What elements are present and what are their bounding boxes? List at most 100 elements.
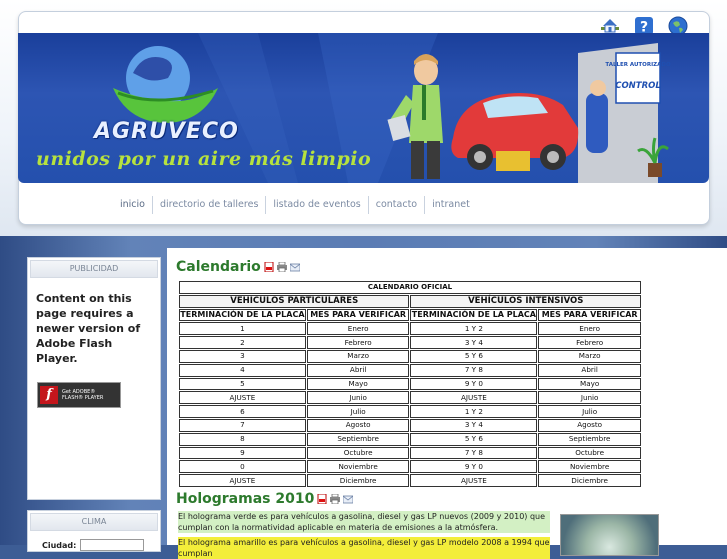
table-cell: AJUSTE xyxy=(410,391,538,405)
table-cell: 9 Y 0 xyxy=(410,460,538,474)
calendario-table: CALENDARIO OFICIAL VEHICULOS PARTICULARE… xyxy=(178,280,642,488)
table-cell: Noviembre xyxy=(538,460,641,474)
col-header: TERMINACIÓN DE LA PLACA xyxy=(179,308,306,322)
table-cell: 5 Y 6 xyxy=(410,349,538,363)
table-cell: Febrero xyxy=(306,336,410,349)
print-icon[interactable] xyxy=(330,494,341,504)
table-cell: Junio xyxy=(538,391,641,405)
email-icon[interactable] xyxy=(343,494,354,504)
table-cell: 5 xyxy=(179,377,306,391)
table-row: 6 Julio 1 Y 2 Julio xyxy=(179,405,641,418)
table-cell: Agosto xyxy=(306,418,410,432)
header-banner: TALLER AUTORIZADO CONTROL AGRUVECO unido… xyxy=(18,33,709,183)
table-cell: Septiembre xyxy=(538,432,641,446)
flash-required-message: Content on this page requires a newer ve… xyxy=(36,292,141,365)
table-row: 4 Abril 7 Y 8 Abril xyxy=(179,363,641,377)
table-row: 0 Noviembre 9 Y 0 Noviembre xyxy=(179,460,641,474)
table-cell: 2 xyxy=(179,336,306,349)
table-cell: 1 Y 2 xyxy=(410,405,538,418)
pdf-icon[interactable] xyxy=(264,262,274,272)
table-cell: 8 xyxy=(179,432,306,446)
table-cell: Julio xyxy=(306,405,410,418)
publicidad-title: PUBLICIDAD xyxy=(30,260,158,278)
table-cell: 0 xyxy=(179,460,306,474)
table-cell: Enero xyxy=(306,322,410,336)
nav-item-directorio[interactable]: directorio de talleres xyxy=(153,196,267,214)
brand-logo-text: AGRUVECO xyxy=(94,119,239,144)
nav-item-inicio[interactable]: inicio xyxy=(120,196,153,214)
table-row: 7 Agosto 3 Y 4 Agosto xyxy=(179,418,641,432)
table-row: 1 Enero 1 Y 2 Enero xyxy=(179,322,641,336)
nav-item-eventos[interactable]: listado de eventos xyxy=(266,196,369,214)
main-nav: inicio directorio de talleres listado de… xyxy=(120,196,477,214)
table-cell: 3 Y 4 xyxy=(410,418,538,432)
table-cell: 3 xyxy=(179,349,306,363)
hologramas-title: Hologramas 2010 xyxy=(176,491,315,507)
calendario-table-title: CALENDARIO OFICIAL xyxy=(179,281,641,294)
email-icon[interactable] xyxy=(289,262,300,272)
col-header: TERMINACIÓN DE LA PLACA xyxy=(410,308,538,322)
table-cell: 1 xyxy=(179,322,306,336)
table-row: AJUSTE Diciembre AJUSTE Diciembre xyxy=(179,474,641,487)
table-cell: Septiembre xyxy=(306,432,410,446)
table-cell: Febrero xyxy=(538,336,641,349)
clima-title: CLIMA xyxy=(30,513,158,531)
calendario-rows: 1 Enero 1 Y 2 Enero 2 Febrero 3 Y 4 Febrero 3 Mar… xyxy=(179,322,641,487)
print-icon[interactable] xyxy=(276,262,287,272)
holograma-amarillo-text: El holograma amarillo es para vehículos … xyxy=(178,537,550,559)
table-cell: Agosto xyxy=(538,418,641,432)
table-cell: 7 xyxy=(179,418,306,432)
garage-sign-top: TALLER AUTORIZADO xyxy=(605,62,671,68)
get-flash-player-button[interactable]: f Get ADOBE® FLASH® PLAYER xyxy=(37,382,121,408)
table-cell: 6 xyxy=(179,405,306,418)
col-header: MES PARA VERIFICAR xyxy=(538,308,641,322)
nav-item-intranet[interactable]: intranet xyxy=(425,196,477,214)
group-header-intensivos: VEHÍCULOS INTENSIVOS xyxy=(410,294,641,308)
publicidad-box: PUBLICIDAD Content on this page requires… xyxy=(27,257,161,500)
holograma-verde-text: El holograma verde es para vehículos a g… xyxy=(178,511,550,533)
nav-item-contacto[interactable]: contacto xyxy=(369,196,426,214)
clima-box: CLIMA Ciudad: xyxy=(27,510,161,552)
table-cell: AJUSTE xyxy=(179,391,306,405)
table-cell: Marzo xyxy=(306,349,410,363)
table-cell: Abril xyxy=(538,363,641,377)
garage-sign-main: CONTROL xyxy=(615,81,661,91)
table-cell: Octubre xyxy=(306,446,410,460)
calendario-title: Calendario xyxy=(176,259,261,275)
col-header: MES PARA VERIFICAR xyxy=(306,308,410,322)
table-cell: 7 Y 8 xyxy=(410,446,538,460)
group-header-particulares: VEHICULOS PARTICULARES xyxy=(179,294,410,308)
table-row: 3 Marzo 5 Y 6 Marzo xyxy=(179,349,641,363)
table-row: 9 Octubre 7 Y 8 Octubre xyxy=(179,446,641,460)
table-cell: Marzo xyxy=(538,349,641,363)
flash-button-line2: FLASH® PLAYER xyxy=(62,395,104,401)
table-row: AJUSTE Junio AJUSTE Junio xyxy=(179,391,641,405)
table-cell: Abril xyxy=(306,363,410,377)
table-cell: 9 Y 0 xyxy=(410,377,538,391)
table-cell: 5 Y 6 xyxy=(410,432,538,446)
table-cell: AJUSTE xyxy=(179,474,306,487)
table-cell: Noviembre xyxy=(306,460,410,474)
table-cell: Enero xyxy=(538,322,641,336)
table-cell: Junio xyxy=(306,391,410,405)
table-cell: Diciembre xyxy=(538,474,641,487)
banner-slogan: unidos por un aire más limpio xyxy=(36,148,372,170)
pdf-icon[interactable] xyxy=(317,494,327,504)
table-cell: 4 xyxy=(179,363,306,377)
table-cell: 1 Y 2 xyxy=(410,322,538,336)
table-cell: 3 Y 4 xyxy=(410,336,538,349)
table-cell: Mayo xyxy=(538,377,641,391)
table-cell: 9 xyxy=(179,446,306,460)
table-row: 5 Mayo 9 Y 0 Mayo xyxy=(179,377,641,391)
ciudad-label: Ciudad: xyxy=(42,540,77,550)
table-cell: 7 Y 8 xyxy=(410,363,538,377)
table-row: 2 Febrero 3 Y 4 Febrero xyxy=(179,336,641,349)
table-cell: Diciembre xyxy=(306,474,410,487)
table-cell: AJUSTE xyxy=(410,474,538,487)
table-row: 8 Septiembre 5 Y 6 Septiembre xyxy=(179,432,641,446)
holograma-image xyxy=(560,514,659,556)
table-cell: Mayo xyxy=(306,377,410,391)
calendario-heading: Calendario xyxy=(176,259,300,275)
ciudad-select[interactable] xyxy=(80,539,145,551)
flash-logo-icon: f xyxy=(40,386,58,404)
